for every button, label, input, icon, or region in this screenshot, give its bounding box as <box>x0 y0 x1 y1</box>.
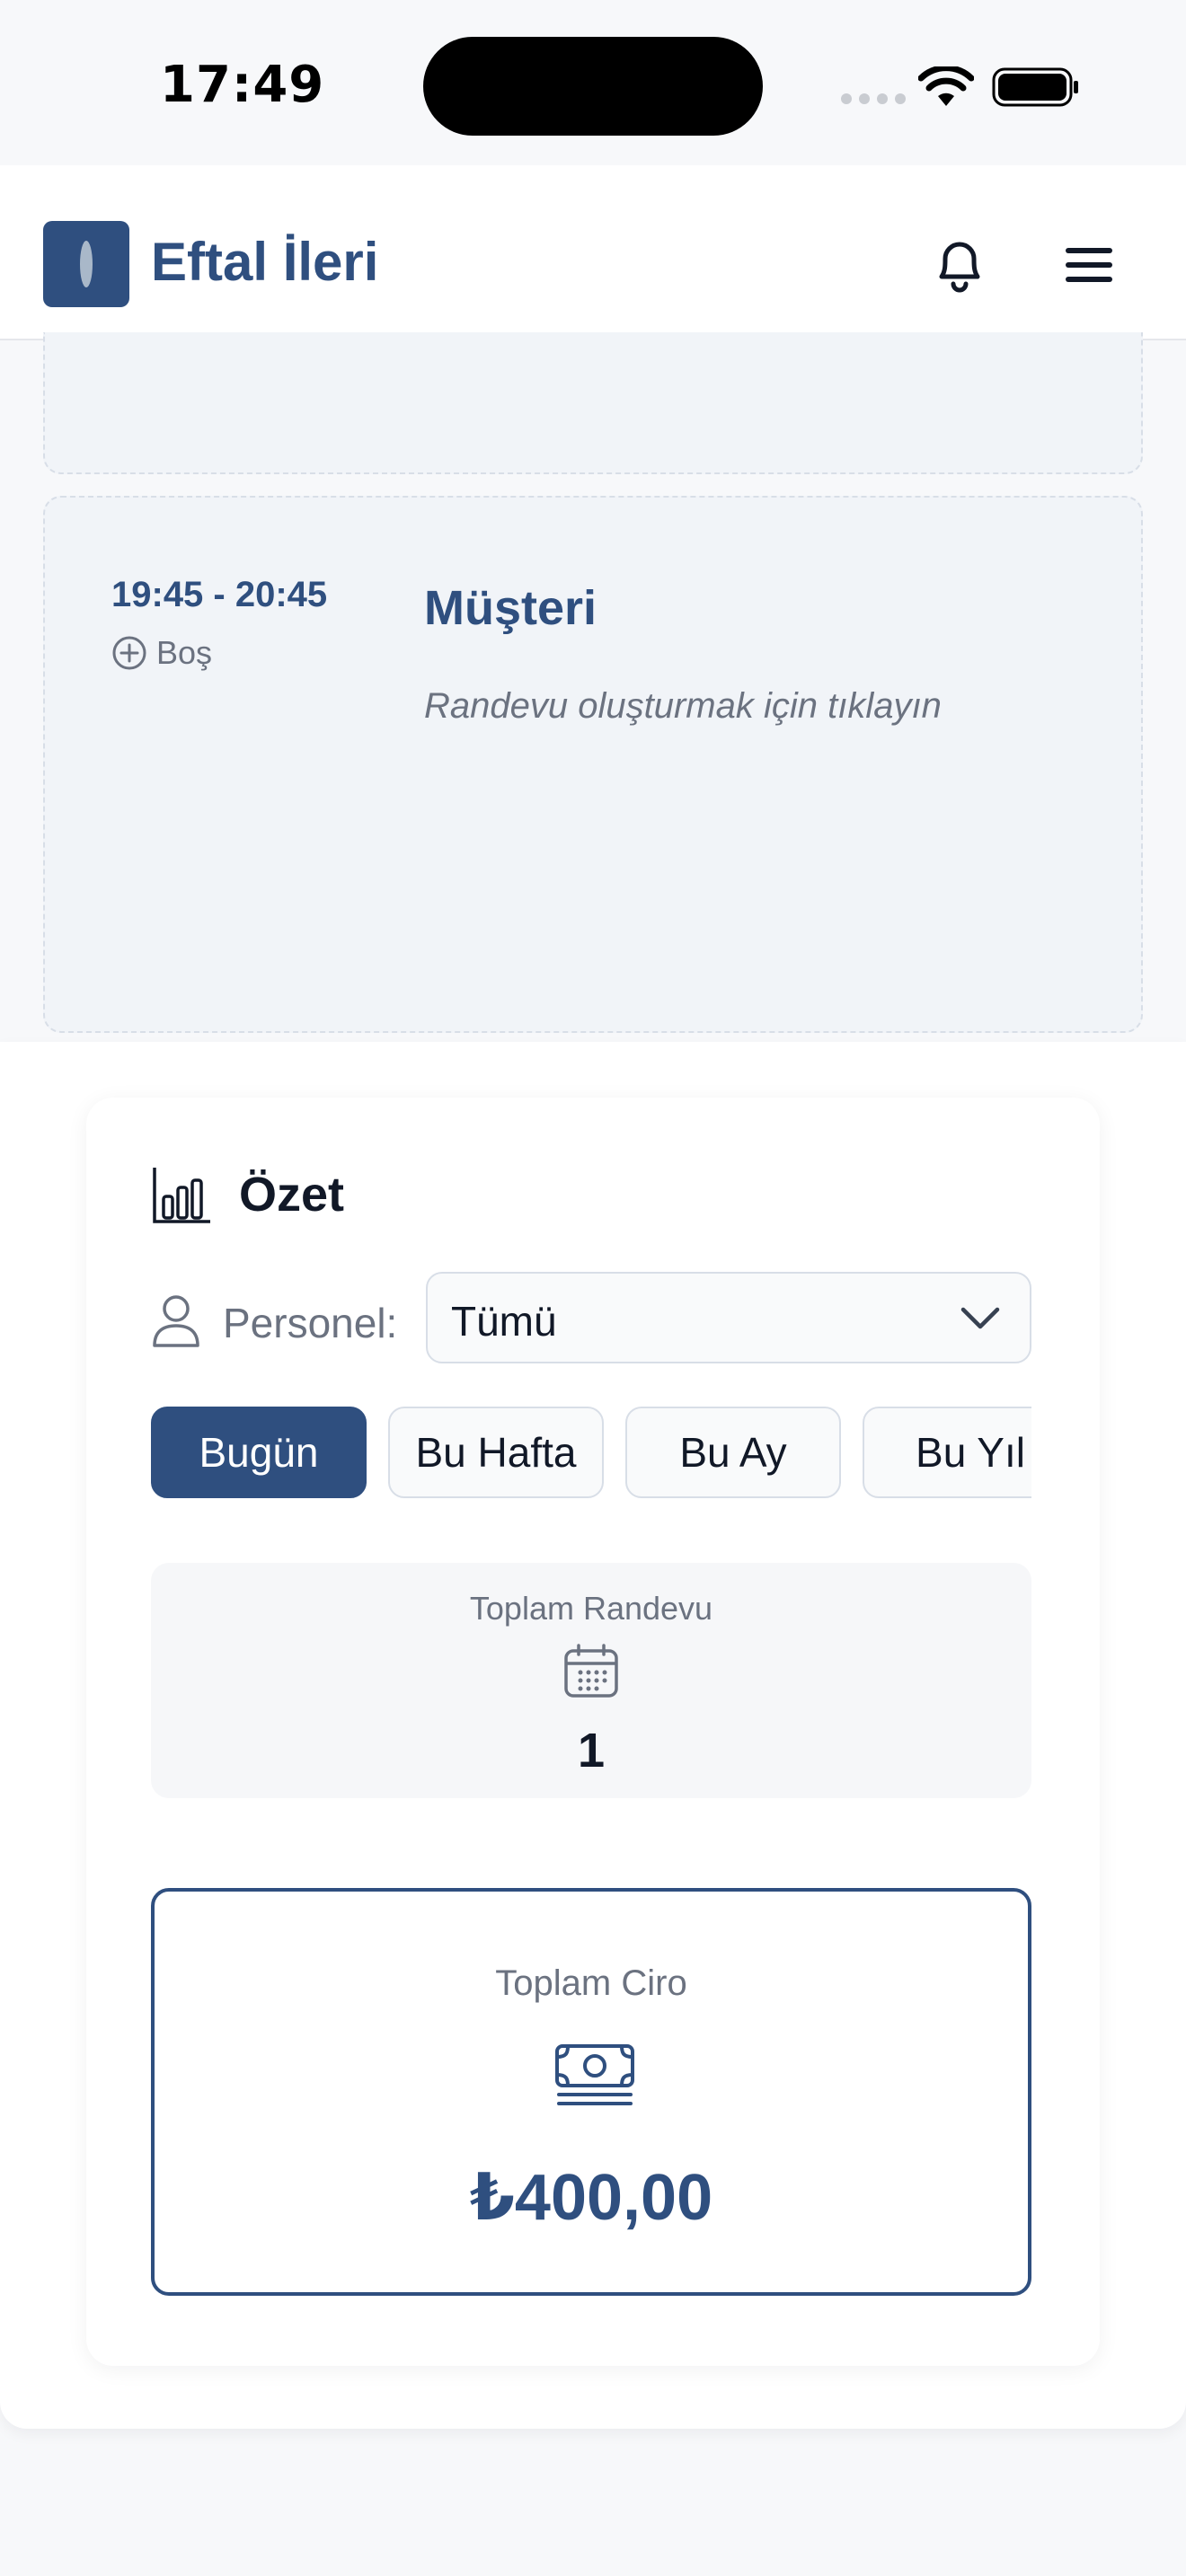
summary-title: Özet <box>239 1168 345 1222</box>
banknote-icon <box>555 2044 634 2105</box>
slot-hint: Randevu oluşturmak için tıklayın <box>424 686 942 726</box>
bar-chart-icon <box>153 1168 210 1223</box>
total-revenue-label: Toplam Ciro <box>495 1963 687 2003</box>
leaf-icon <box>80 241 93 287</box>
summary-card: Özet Personel: Tümü Bugün Bu Hafta Bu Ay… <box>86 1098 1100 2366</box>
total-appointments-value: 1 <box>577 1724 606 1778</box>
brand-name[interactable]: Eftal İleri <box>151 231 378 293</box>
total-revenue-stat: Toplam Ciro ₺400,00 <box>151 1888 1031 2296</box>
bell-icon[interactable] <box>931 234 988 296</box>
slot-status-text: Boş <box>156 634 213 671</box>
staff-select-value: Tümü <box>451 1298 557 1345</box>
user-icon <box>153 1295 199 1347</box>
staff-filter: Personel: Tümü <box>151 1272 1049 1363</box>
dynamic-island <box>423 37 763 136</box>
battery-icon <box>992 67 1078 107</box>
total-revenue-value: ₺400,00 <box>469 2162 713 2234</box>
app-header: Eftal İleri <box>0 165 1186 340</box>
staff-select[interactable]: Tümü <box>426 1272 1031 1363</box>
plus-circle-icon <box>112 636 146 670</box>
slot-status: Boş <box>111 634 212 672</box>
period-tabs: Bugün Bu Hafta Bu Ay Bu Yıl <box>151 1407 1031 1498</box>
time-slot[interactable]: 19:45 - 20:45 Boş Müşteri Randevu oluştu… <box>43 496 1143 1033</box>
period-today-button[interactable]: Bugün <box>151 1407 367 1498</box>
total-appointments-label: Toplam Randevu <box>469 1590 713 1627</box>
period-this-month-button[interactable]: Bu Ay <box>625 1407 841 1498</box>
brand-logo[interactable] <box>43 221 129 307</box>
chevron-down-icon <box>960 1307 1000 1329</box>
status-time: 17:49 <box>160 56 325 114</box>
staff-label: Personel: <box>223 1300 398 1346</box>
period-this-year-button[interactable]: Bu Yıl <box>863 1407 1031 1498</box>
wifi-icon <box>918 66 974 106</box>
slot-time-range: 19:45 - 20:45 <box>111 575 328 614</box>
status-bar: 17:49 <box>0 0 1186 165</box>
cellular-signal-icon <box>841 93 906 104</box>
slot-customer-label: Müşteri <box>424 581 597 635</box>
period-this-week-button[interactable]: Bu Hafta <box>388 1407 604 1498</box>
calendar-icon <box>564 1644 618 1698</box>
menu-icon[interactable] <box>1062 244 1116 286</box>
summary-header: Özet <box>151 1164 344 1225</box>
total-appointments-stat: Toplam Randevu 1 <box>151 1563 1031 1798</box>
time-slot-previous[interactable] <box>43 332 1143 474</box>
